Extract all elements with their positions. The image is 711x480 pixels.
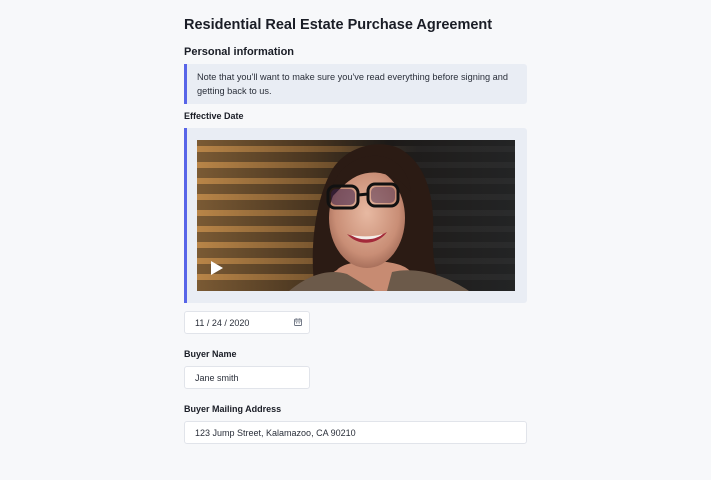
page: Residential Real Estate Purchase Agreeme… — [0, 0, 711, 480]
video-player[interactable] — [197, 140, 515, 291]
video-frame-image — [197, 140, 515, 291]
play-icon[interactable] — [211, 261, 223, 275]
video-block — [184, 128, 527, 303]
calendar-icon[interactable] — [294, 318, 302, 326]
info-note: Note that you'll want to make sure you'v… — [184, 64, 527, 104]
buyer-name-label: Buyer Name — [184, 349, 237, 359]
effective-date-field — [184, 311, 310, 334]
section-title: Personal information — [184, 46, 295, 58]
buyer-name-input[interactable] — [184, 366, 310, 389]
effective-date-label: Effective Date — [184, 111, 244, 121]
buyer-address-label: Buyer Mailing Address — [184, 404, 282, 414]
page-title: Residential Real Estate Purchase Agreeme… — [184, 17, 493, 33]
effective-date-input[interactable] — [184, 311, 310, 334]
buyer-address-input[interactable] — [184, 421, 527, 444]
